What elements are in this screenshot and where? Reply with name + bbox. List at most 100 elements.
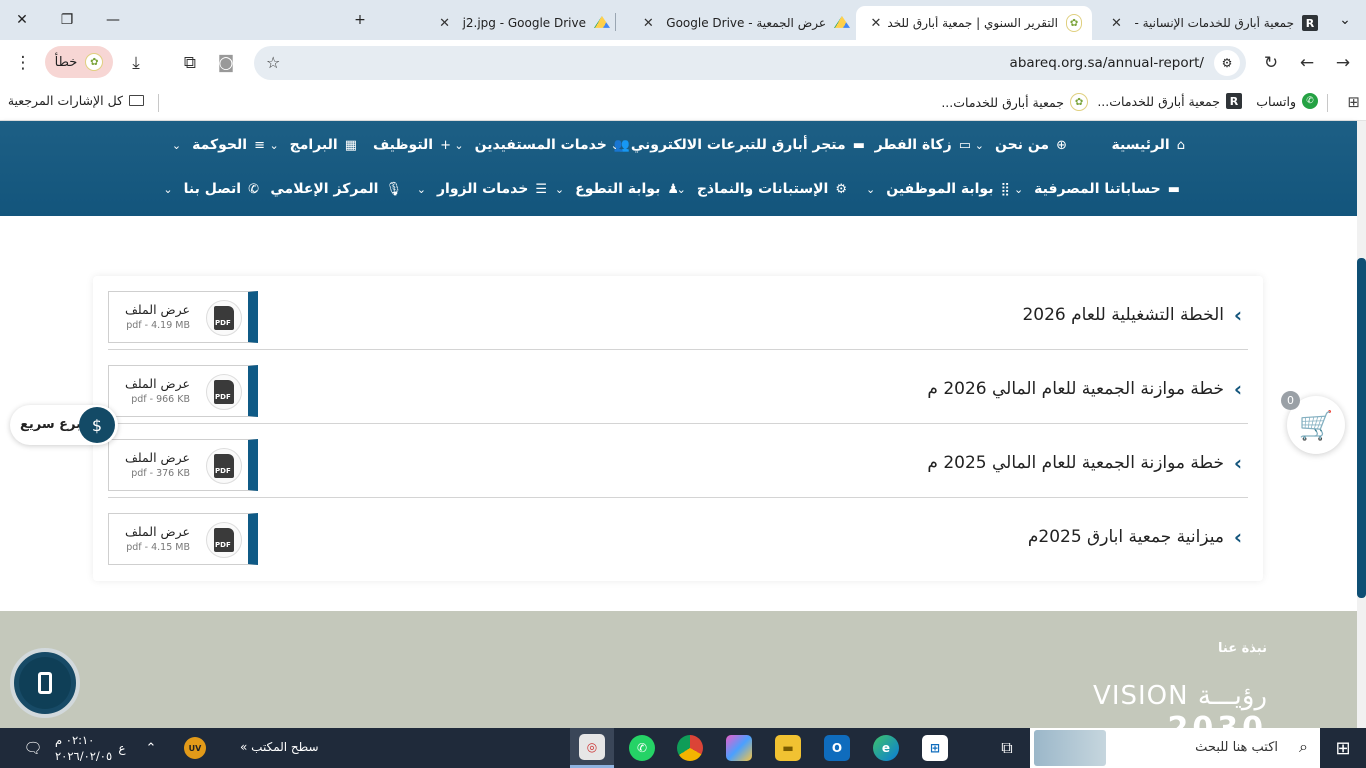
- download-icon[interactable]: ⤓: [121, 48, 151, 78]
- windows-start-icon[interactable]: ⊞: [1326, 728, 1360, 768]
- pdf-icon: PDF: [206, 522, 242, 558]
- notifications-icon[interactable]: 🗨: [18, 728, 48, 768]
- window-maximize-button[interactable]: ❐: [52, 6, 82, 34]
- taskbar-edge[interactable]: e: [869, 728, 903, 768]
- tab-close-icon[interactable]: ✕: [435, 13, 455, 33]
- tab-close-icon[interactable]: ✕: [638, 13, 658, 33]
- menu-kebab-icon[interactable]: ⋮: [8, 48, 38, 78]
- taskbar-outlook[interactable]: O: [820, 728, 854, 768]
- taskbar-chrome-profiles[interactable]: ◎: [570, 728, 614, 768]
- nav-about[interactable]: ⊕ من نحن ⌄: [975, 137, 1067, 153]
- view-file-button[interactable]: PDF عرض الملف pdf - 4.19 MB: [108, 291, 258, 343]
- report-row[interactable]: ‹ ميزانية جمعية ابارق 2025م PDF عرض المل…: [108, 498, 1248, 572]
- reload-icon[interactable]: ↻: [1256, 48, 1286, 78]
- tab-close-icon[interactable]: ✕: [1106, 13, 1126, 33]
- tab-drive-presentation[interactable]: عرض الجمعية - Google Drive ✕: [620, 6, 850, 40]
- address-bar[interactable]: ☆ abareq.org.sa/annual-report/ ⚙: [254, 46, 1246, 80]
- nav-label: خدمات الزوار: [436, 181, 529, 197]
- clock-time: ٠٢:١٠ م: [55, 733, 95, 747]
- nav-surveys[interactable]: ⚙ الإستبانات والنماذج ⌄: [677, 181, 847, 197]
- phone-icon: ✆: [248, 181, 259, 197]
- nav-volunteer[interactable]: ♟ بوابة التطوع ⌄: [555, 181, 679, 197]
- donate-hand-icon: $: [79, 407, 115, 443]
- report-row[interactable]: ‹ الخطة التشغيلية للعام 2026 PDF عرض الم…: [108, 276, 1248, 350]
- chevron-down-icon: ⌄: [1013, 182, 1024, 196]
- profile-error-pill[interactable]: ✿ خطأ: [45, 46, 113, 78]
- tab-abareq-home[interactable]: R جمعية أبارق للخدمات الإنسانية - ✕: [1096, 6, 1324, 40]
- card-icon: ▬: [852, 137, 865, 153]
- screenshot-icon[interactable]: ◙: [211, 48, 241, 78]
- report-title[interactable]: الخطة التشغيلية للعام 2026: [1022, 305, 1224, 325]
- tab-title: جمعية أبارق للخدمات الإنسانية -: [1134, 16, 1294, 30]
- nav-label: من نحن: [995, 137, 1050, 153]
- tab-annual-report[interactable]: ✿ التقرير السنوي | جمعية أبارق للخد ✕: [856, 6, 1092, 40]
- apps-grid-icon[interactable]: ⊞: [1347, 93, 1360, 111]
- nav-label: الحوكمة: [192, 137, 248, 153]
- taskbar-chrome[interactable]: [673, 728, 707, 768]
- home-icon: ⌂: [1176, 137, 1185, 153]
- nav-zakat[interactable]: ▭ زكاة الفطر: [875, 137, 971, 153]
- extensions-icon[interactable]: ⧉: [175, 48, 205, 78]
- nav-visitors[interactable]: ☰ خدمات الزوار ⌄: [417, 181, 547, 197]
- nav-jobs[interactable]: + التوظيف: [373, 137, 451, 153]
- task-view-icon[interactable]: ⧉: [990, 728, 1024, 768]
- tray-chevron-up-icon[interactable]: ⌃: [140, 728, 162, 768]
- quick-donate-label: تبرع سريع: [20, 417, 87, 432]
- site-settings-icon[interactable]: ⚙: [1214, 50, 1240, 76]
- all-bookmarks-button[interactable]: كل الإشارات المرجعية: [8, 93, 144, 108]
- folder-icon: [129, 95, 144, 106]
- report-title[interactable]: خطة موازنة الجمعية للعام المالي 2026 م: [927, 379, 1224, 399]
- nav-governance[interactable]: ≡ الحوكمة ⌄: [172, 137, 265, 153]
- new-tab-button[interactable]: +: [345, 6, 375, 34]
- mobile-app-button[interactable]: [10, 648, 80, 718]
- window-close-button[interactable]: ✕: [7, 6, 37, 34]
- forward-icon[interactable]: →: [1328, 48, 1358, 78]
- nav-programs[interactable]: ▦ البرامج ⌄: [269, 137, 357, 153]
- nav-label: حساباتنا المصرفية: [1034, 181, 1161, 197]
- folder-icon: ▬: [775, 735, 801, 761]
- bookmark-star-icon[interactable]: ☆: [266, 53, 280, 72]
- view-file-button[interactable]: PDF عرض الملف pdf - 4.15 MB: [108, 513, 258, 565]
- nav-media[interactable]: 🎙 المركز الإعلامي ⌄: [250, 181, 402, 197]
- taskbar-search[interactable]: ⌕ اكتب هنا للبحث: [1030, 728, 1320, 768]
- view-file-button[interactable]: PDF عرض الملف pdf - 966 KB: [108, 365, 258, 417]
- nav-home[interactable]: ⌂ الرئيسية: [1112, 137, 1185, 153]
- site-footer: نبذة عنا VISION رؤيـــة 2030: [0, 611, 1357, 746]
- nav-employees[interactable]: ⣿ بوابة الموظفين ⌄: [866, 181, 1010, 197]
- url-text[interactable]: abareq.org.sa/annual-report/: [1010, 55, 1204, 71]
- tab-j2-drive[interactable]: j2.jpg - Google Drive ✕: [380, 6, 610, 40]
- bookmark-abareq-2[interactable]: ✿ جمعية أبارق للخدمات...: [941, 93, 1088, 111]
- bookmark-whatsapp[interactable]: ✆ واتساب: [1256, 93, 1318, 109]
- desktop-toolbar[interactable]: سطح المكتب »: [240, 740, 319, 754]
- report-title[interactable]: ميزانية جمعية ابارق 2025م: [1028, 527, 1224, 547]
- nav-contact[interactable]: ✆ اتصل بنا ⌄: [163, 181, 259, 197]
- desktop-label: سطح المكتب: [251, 740, 319, 754]
- quick-donate-button[interactable]: تبرع سريع $: [10, 405, 118, 445]
- tab-search-dropdown-icon[interactable]: ⌄: [1330, 6, 1360, 34]
- tab-close-icon[interactable]: ✕: [866, 13, 886, 33]
- vision-en: VISION: [1093, 681, 1189, 711]
- back-icon[interactable]: ←: [1292, 48, 1322, 78]
- cart-count-badge: 0: [1281, 391, 1300, 410]
- nav-bank-accounts[interactable]: ▬ حساباتنا المصرفية ⌄: [1014, 181, 1180, 197]
- chevron-down-icon: ⌄: [269, 138, 279, 152]
- report-title[interactable]: خطة موازنة الجمعية للعام المالي 2025 م: [927, 453, 1224, 473]
- view-file-button[interactable]: PDF عرض الملف pdf - 376 KB: [108, 439, 258, 491]
- taskbar-file-explorer[interactable]: ▬: [771, 728, 805, 768]
- taskbar-store[interactable]: ⊞: [918, 728, 952, 768]
- page-scrollbar-thumb[interactable]: [1357, 258, 1366, 598]
- taskbar-clock[interactable]: ٠٢:١٠ م ٢٠٢٦/٠٢/٠٥: [55, 732, 112, 764]
- taskbar-copilot[interactable]: [722, 728, 756, 768]
- vision-2030-logo: VISION رؤيـــة: [1093, 681, 1267, 711]
- nav-store[interactable]: ▬ متجر أبارق للتبرعات الالكتروني ⌄: [611, 137, 865, 153]
- report-row[interactable]: ‹ خطة موازنة الجمعية للعام المالي 2025 م…: [108, 424, 1248, 498]
- input-language[interactable]: ع: [112, 728, 132, 768]
- taskbar-whatsapp[interactable]: ✆: [625, 728, 659, 768]
- window-minimize-button[interactable]: —: [98, 6, 128, 34]
- uv-weather-icon[interactable]: UV: [183, 728, 207, 768]
- report-row[interactable]: ‹ خطة موازنة الجمعية للعام المالي 2026 م…: [108, 350, 1248, 424]
- nav-beneficiaries[interactable]: 👥 خدمات المستفيدين ⌄: [454, 137, 630, 153]
- search-icon: ⌕: [1299, 737, 1308, 756]
- bookmark-abareq-1[interactable]: R جمعية أبارق للخدمات...: [1097, 93, 1242, 109]
- pdf-icon: PDF: [206, 300, 242, 336]
